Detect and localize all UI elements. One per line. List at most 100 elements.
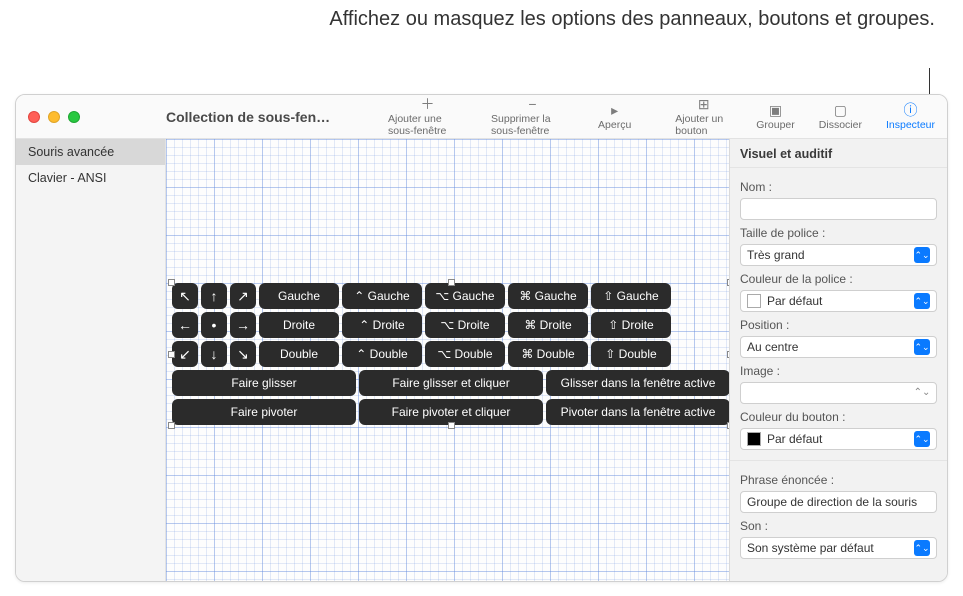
image-select[interactable]: ⌃⌄ xyxy=(740,382,937,404)
arrow-center-button[interactable]: • xyxy=(201,312,227,338)
font-size-select[interactable]: Très grand ⌃⌄ xyxy=(740,244,937,266)
group-label: Grouper xyxy=(756,119,795,131)
selection-handle-s[interactable] xyxy=(448,422,455,429)
rotate-button[interactable]: Faire pivoter xyxy=(172,399,356,425)
position-value: Au centre xyxy=(747,340,798,354)
add-button-label: Ajouter un bouton xyxy=(675,113,732,137)
sound-select[interactable]: Son système par défaut ⌃⌄ xyxy=(740,537,937,559)
delete-panel-label: Supprimer la sous-fenêtre xyxy=(491,113,574,137)
close-icon[interactable] xyxy=(28,111,40,123)
preview-label: Aperçu xyxy=(598,119,631,131)
editor-window: Collection de sous-fen… ＋ Ajouter une so… xyxy=(15,94,948,582)
add-panel-button[interactable]: ＋ Ajouter une sous-fenêtre xyxy=(376,95,479,138)
font-size-label: Taille de police : xyxy=(740,226,937,240)
chevron-updown-icon: ⌃⌄ xyxy=(914,247,930,263)
arrow-sw-button[interactable]: ↙ xyxy=(172,341,198,367)
chevron-updown-icon: ⌃⌄ xyxy=(914,293,930,309)
sound-label: Son : xyxy=(740,519,937,533)
name-field[interactable] xyxy=(740,198,937,220)
selection-handle-e[interactable] xyxy=(727,351,729,358)
inspector-button[interactable]: ⓘ Inspecteur xyxy=(874,95,947,138)
preview-button[interactable]: ▸ Aperçu xyxy=(586,95,643,138)
minus-icon: − xyxy=(528,96,536,112)
ungroup-button[interactable]: ▢ Dissocier xyxy=(807,95,874,138)
window-title: Collection de sous-fen… xyxy=(166,109,376,125)
button-color-swatch xyxy=(747,432,761,446)
play-icon: ▸ xyxy=(611,102,618,118)
font-size-value: Très grand xyxy=(747,248,805,262)
drag-button[interactable]: Faire glisser xyxy=(172,370,356,396)
button-color-select[interactable]: Par défaut ⌃⌄ xyxy=(740,428,937,450)
cmd-left-button[interactable]: ⌘ Gauche xyxy=(508,283,588,309)
ctrl-left-button[interactable]: ⌃ Gauche xyxy=(342,283,422,309)
sidebar-item-mouse[interactable]: Souris avancée xyxy=(16,139,165,165)
phrase-field[interactable]: Groupe de direction de la souris xyxy=(740,491,937,513)
opt-right-button[interactable]: ⌥ Droite xyxy=(425,312,505,338)
click-double-button[interactable]: Double xyxy=(259,341,339,367)
rotate-active-window-button[interactable]: Pivoter dans la fenêtre active xyxy=(546,399,729,425)
arrow-ne-button[interactable]: ↗ xyxy=(230,283,256,309)
selection-handle-nw[interactable] xyxy=(168,279,175,286)
callout-text: Affichez ou masquez les options des pann… xyxy=(329,6,935,33)
sidebar-item-keyboard[interactable]: Clavier - ANSI xyxy=(16,165,165,191)
minimize-icon[interactable] xyxy=(48,111,60,123)
add-panel-label: Ajouter une sous-fenêtre xyxy=(388,113,467,137)
plus-icon: ＋ xyxy=(421,96,435,112)
selection-handle-se[interactable] xyxy=(727,422,729,429)
opt-double-button[interactable]: ⌥ Double xyxy=(425,341,505,367)
window-controls xyxy=(16,111,166,123)
selection-handle-w[interactable] xyxy=(168,351,175,358)
info-icon: ⓘ xyxy=(903,102,917,118)
click-left-button[interactable]: Gauche xyxy=(259,283,339,309)
ungroup-icon: ▢ xyxy=(834,102,847,118)
shift-left-button[interactable]: ⇧ Gauche xyxy=(591,283,671,309)
chevron-updown-icon: ⌃⌄ xyxy=(914,431,930,447)
arrow-e-button[interactable]: → xyxy=(230,312,256,338)
ctrl-right-button[interactable]: ⌃ Droite xyxy=(342,312,422,338)
ungroup-label: Dissocier xyxy=(819,119,862,131)
arrow-s-button[interactable]: ↓ xyxy=(201,341,227,367)
group-button[interactable]: ▣ Grouper xyxy=(744,95,807,138)
cmd-double-button[interactable]: ⌘ Double xyxy=(508,341,588,367)
add-square-icon: ⊞ xyxy=(698,96,710,112)
panel-row-3: ↙ ↓ ↘ Double ⌃ Double ⌥ Double ⌘ Double … xyxy=(172,341,729,367)
inspector-label: Inspecteur xyxy=(886,119,935,131)
zoom-icon[interactable] xyxy=(68,111,80,123)
selection-handle-sw[interactable] xyxy=(168,422,175,429)
inspector-header: Visuel et auditif xyxy=(730,139,947,168)
shift-double-button[interactable]: ⇧ Double xyxy=(591,341,671,367)
button-panel-selection[interactable]: ↖ ↑ ↗ Gauche ⌃ Gauche ⌥ Gauche ⌘ Gauche … xyxy=(172,283,729,425)
arrow-se-button[interactable]: ↘ xyxy=(230,341,256,367)
editor-canvas[interactable]: ↖ ↑ ↗ Gauche ⌃ Gauche ⌥ Gauche ⌘ Gauche … xyxy=(166,139,729,581)
arrow-n-button[interactable]: ↑ xyxy=(201,283,227,309)
button-color-label: Couleur du bouton : xyxy=(740,410,937,424)
ctrl-double-button[interactable]: ⌃ Double xyxy=(342,341,422,367)
sidebar: Souris avancée Clavier - ANSI xyxy=(16,139,166,581)
chevron-updown-icon: ⌃⌄ xyxy=(914,540,930,556)
panel-row-4: Faire glisser Faire glisser et cliquer G… xyxy=(172,370,729,396)
font-color-select[interactable]: Par défaut ⌃⌄ xyxy=(740,290,937,312)
drag-active-window-button[interactable]: Glisser dans la fenêtre active xyxy=(546,370,729,396)
arrow-w-button[interactable]: ← xyxy=(172,312,198,338)
drag-click-button[interactable]: Faire glisser et cliquer xyxy=(359,370,543,396)
cmd-right-button[interactable]: ⌘ Droite xyxy=(508,312,588,338)
panel-row-2: ← • → Droite ⌃ Droite ⌥ Droite ⌘ Droite … xyxy=(172,312,729,338)
font-color-swatch xyxy=(747,294,761,308)
sound-value: Son système par défaut xyxy=(747,541,874,555)
add-button-button[interactable]: ⊞ Ajouter un bouton xyxy=(663,95,744,138)
panel-row-1: ↖ ↑ ↗ Gauche ⌃ Gauche ⌥ Gauche ⌘ Gauche … xyxy=(172,283,729,309)
arrow-nw-button[interactable]: ↖ xyxy=(172,283,198,309)
font-color-value: Par défaut xyxy=(767,294,822,308)
window-body: Souris avancée Clavier - ANSI ↖ ↑ ↗ Gauc… xyxy=(16,139,947,581)
button-color-value: Par défaut xyxy=(767,432,822,446)
opt-left-button[interactable]: ⌥ Gauche xyxy=(425,283,505,309)
window-toolbar: Collection de sous-fen… ＋ Ajouter une so… xyxy=(16,95,947,139)
toolbar-items: ＋ Ajouter une sous-fenêtre − Supprimer l… xyxy=(376,95,947,138)
position-select[interactable]: Au centre ⌃⌄ xyxy=(740,336,937,358)
selection-handle-ne[interactable] xyxy=(727,279,729,286)
click-right-button[interactable]: Droite xyxy=(259,312,339,338)
shift-right-button[interactable]: ⇧ Droite xyxy=(591,312,671,338)
selection-handle-n[interactable] xyxy=(448,279,455,286)
delete-panel-button[interactable]: − Supprimer la sous-fenêtre xyxy=(479,95,586,138)
chevron-updown-icon: ⌃⌄ xyxy=(914,385,930,401)
